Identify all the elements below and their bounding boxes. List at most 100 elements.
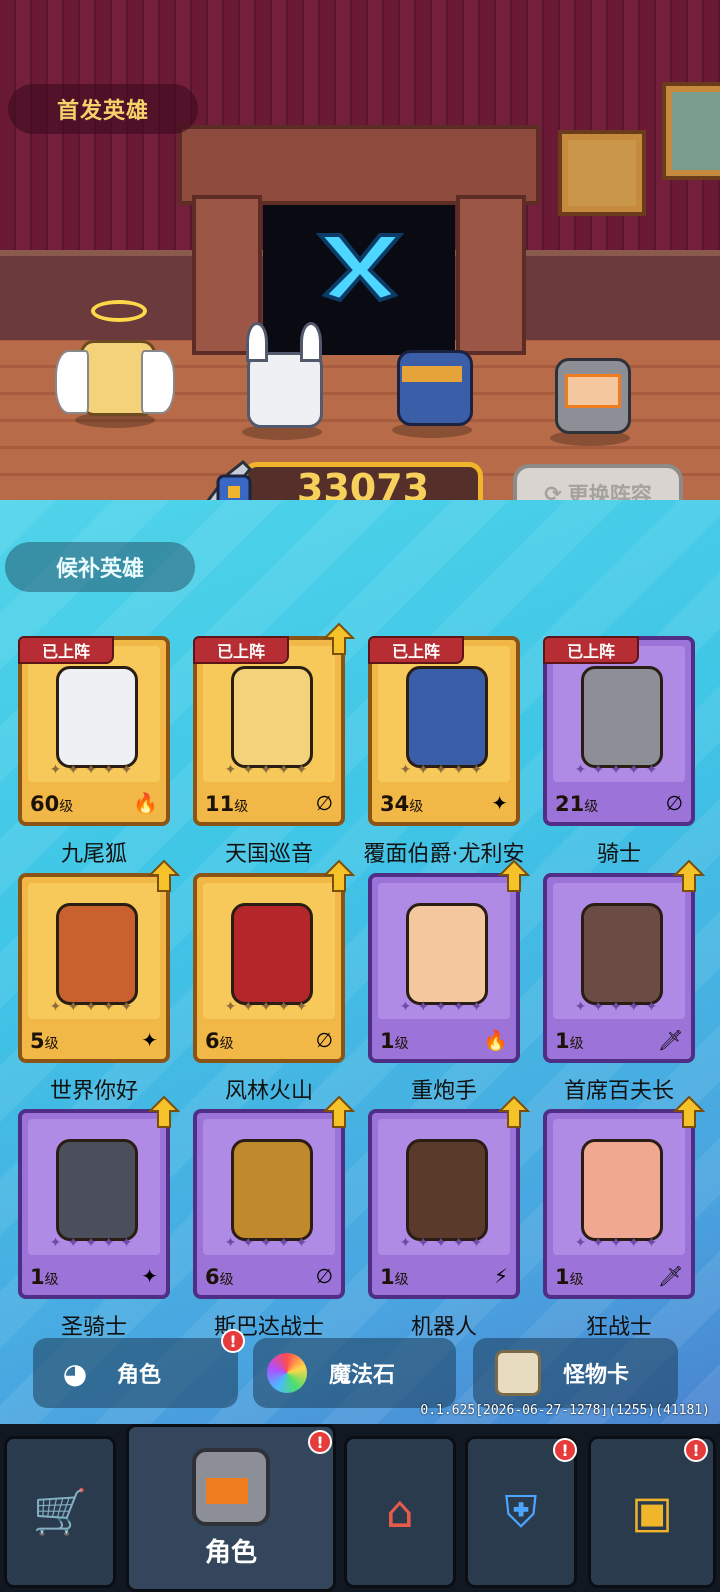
- upgrade-arrow-icon: [673, 859, 705, 892]
- hero-card[interactable]: ✦✦✦✦✦ 11级 ∅ 已上阵: [193, 622, 355, 826]
- deployed-tag: 已上阵: [543, 636, 639, 664]
- hero-level: 1级: [380, 1265, 409, 1289]
- star-rating: ✦✦✦✦✦: [399, 762, 489, 778]
- hero-level: 6级: [205, 1029, 234, 1053]
- hero-card[interactable]: ✦✦✦✦✦ 34级 ✦ 已上阵: [368, 636, 520, 826]
- star-rating: ✦✦✦✦✦: [574, 1235, 664, 1251]
- hero-card[interactable]: ✦✦✦✦✦ 1级 ✦: [18, 1095, 180, 1299]
- hero-helmet-icon: [192, 1447, 270, 1526]
- monster-card-icon: [495, 1350, 541, 1396]
- hero-card[interactable]: ✦✦✦✦✦ 6级 ∅: [193, 1095, 355, 1299]
- hero-card[interactable]: ✦✦✦✦✦ 21级 ∅ 已上阵: [543, 636, 695, 826]
- home-icon: ⌂: [386, 1486, 414, 1538]
- sword-element-icon: 🗡: [657, 1264, 683, 1288]
- lineup-hero-masked-count[interactable]: [372, 310, 492, 450]
- hero-name: 机器人: [410, 1315, 477, 1340]
- bench-title: 候补英雄: [5, 542, 195, 592]
- upgrade-arrow-icon: [498, 859, 530, 892]
- lineup-title: 首发英雄: [8, 84, 198, 134]
- treasure-icon: ▣: [631, 1486, 673, 1538]
- subtab-character-label: 角色: [117, 1363, 162, 1388]
- alert-badge: !: [221, 1329, 245, 1353]
- hero-level: 1级: [380, 1029, 409, 1053]
- upgrade-arrow-icon: [673, 1095, 705, 1128]
- void-element-icon: ∅: [315, 1028, 333, 1052]
- star-rating: ✦✦✦✦✦: [574, 762, 664, 778]
- bottom-nav: 🛒 角色 ! ⌂ ⛨ ! ▣ !: [0, 1424, 720, 1592]
- hero-portrait: [231, 1139, 313, 1241]
- hero-name: 狂战士: [585, 1315, 652, 1340]
- roster-subtabs: ◕ 角色 ! 魔法石 怪物卡: [0, 1329, 720, 1408]
- upgrade-arrow-icon: [148, 1095, 180, 1128]
- nav-shop[interactable]: 🛒: [4, 1436, 116, 1588]
- alert-badge: !: [308, 1430, 332, 1454]
- star-element-icon: ✦: [141, 1028, 158, 1052]
- upgrade-arrow-icon: [323, 859, 355, 892]
- hero-portrait: [581, 1139, 663, 1241]
- ghost-icon: ◕: [62, 1356, 88, 1390]
- hero-portrait: [56, 903, 138, 1005]
- hero-level: 1级: [30, 1265, 59, 1289]
- hero-card[interactable]: ✦✦✦✦✦ 1级 🗡: [543, 1095, 705, 1299]
- hero-name: 圣骑士: [60, 1315, 127, 1340]
- fire-element-icon: 🔥: [133, 791, 158, 815]
- hero-card[interactable]: ✦✦✦✦✦ 5级 ✦: [18, 859, 180, 1063]
- subtab-magic-stone-label: 魔法石: [329, 1363, 396, 1388]
- hero-portrait: [406, 1139, 488, 1241]
- hero-level: 5级: [30, 1029, 59, 1053]
- star-rating: ✦✦✦✦✦: [224, 999, 314, 1015]
- hero-portrait: [56, 1139, 138, 1241]
- star-rating: ✦✦✦✦✦: [224, 1235, 314, 1251]
- hero-portrait: [406, 903, 488, 1005]
- painting-frame: [558, 130, 646, 216]
- hero-portrait: [581, 666, 663, 768]
- alert-badge: !: [553, 1438, 577, 1462]
- deployed-tag: 已上阵: [368, 636, 464, 664]
- hero-level: 6级: [205, 1265, 234, 1289]
- lineup-hero-fox[interactable]: [222, 312, 342, 452]
- crossed-swords-icon[interactable]: [300, 225, 420, 305]
- deployed-tag: 已上阵: [18, 636, 114, 664]
- shop-cart-icon: 🛒: [32, 1487, 88, 1538]
- bolt-element-icon: ⚡: [493, 1264, 508, 1288]
- star-rating: ✦✦✦✦✦: [49, 1235, 139, 1251]
- hero-level: 34级: [380, 792, 424, 816]
- painting-frame: [662, 82, 720, 180]
- nav-character[interactable]: 角色: [126, 1424, 336, 1592]
- subtab-magic-stone[interactable]: 魔法石: [253, 1338, 456, 1408]
- gem-icon: [267, 1353, 307, 1393]
- hero-card[interactable]: ✦✦✦✦✦ 1级 🔥: [368, 859, 530, 1063]
- guild-shield-icon: ⛨: [504, 1486, 538, 1538]
- upgrade-arrow-icon: [323, 622, 355, 655]
- subtab-monster-card[interactable]: 怪物卡: [473, 1338, 678, 1408]
- star-element-icon: ✦: [141, 1264, 158, 1288]
- hero-portrait: [56, 666, 138, 768]
- subtab-monster-card-label: 怪物卡: [563, 1363, 630, 1388]
- void-element-icon: ∅: [665, 791, 683, 815]
- alert-badge: !: [684, 1438, 708, 1462]
- star-element-icon: ✦: [491, 791, 508, 815]
- upgrade-arrow-icon: [498, 1095, 530, 1128]
- upgrade-arrow-icon: [323, 1095, 355, 1128]
- hero-card[interactable]: ✦✦✦✦✦ 6级 ∅: [193, 859, 355, 1063]
- star-rating: ✦✦✦✦✦: [399, 999, 489, 1015]
- void-element-icon: ∅: [315, 791, 333, 815]
- hero-card[interactable]: ✦✦✦✦✦ 1级 ⚡: [368, 1095, 530, 1299]
- fire-element-icon: 🔥: [483, 1028, 508, 1052]
- hero-card[interactable]: ✦✦✦✦✦ 1级 🗡: [543, 859, 705, 1063]
- hero-level: 1级: [555, 1029, 584, 1053]
- hero-name: 斯巴达战士: [213, 1315, 324, 1340]
- lineup-hero-knight[interactable]: [530, 318, 650, 458]
- hero-level: 11级: [205, 792, 249, 816]
- sword-element-icon: 🗡: [657, 1028, 683, 1052]
- nav-home[interactable]: ⌂: [344, 1436, 456, 1588]
- hero-level: 21级: [555, 792, 599, 816]
- lineup-hero-angel[interactable]: [55, 300, 175, 440]
- star-rating: ✦✦✦✦✦: [49, 762, 139, 778]
- hero-level: 60级: [30, 792, 74, 816]
- hero-portrait: [581, 903, 663, 1005]
- star-rating: ✦✦✦✦✦: [574, 999, 664, 1015]
- subtab-character[interactable]: ◕ 角色: [33, 1338, 238, 1408]
- star-rating: ✦✦✦✦✦: [224, 762, 314, 778]
- hero-card[interactable]: ✦✦✦✦✦ 60级 🔥 已上阵: [18, 636, 170, 826]
